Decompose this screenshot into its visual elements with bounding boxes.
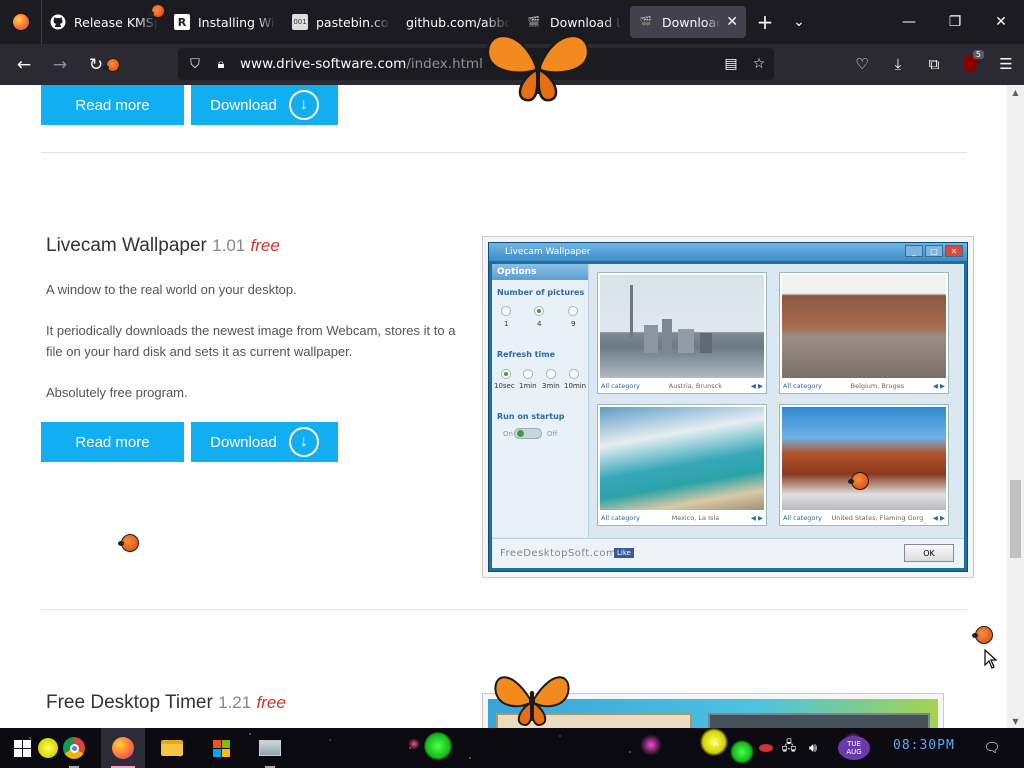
butterfly-icon — [486, 34, 590, 102]
product-title-livecam: Livecam Wallpaper 1.01 free — [46, 235, 280, 256]
shield-icon[interactable]: ⛉ — [182, 57, 208, 72]
divider — [41, 152, 967, 153]
download-arrow-icon: ↓ — [288, 427, 319, 457]
extensions-icon[interactable]: ⧉ — [916, 48, 952, 80]
github-icon — [50, 14, 66, 30]
webcam-thumbnail: All category United States, Flaming Gorg ◀… — [779, 404, 949, 526]
scroll-down-icon[interactable]: ▼ — [1007, 714, 1024, 728]
ladybug-icon — [848, 472, 869, 490]
tab-label: Release KMSp — [74, 14, 158, 30]
forward-button[interactable]: → — [42, 49, 78, 81]
options-panel: Options Number of pictures 1 4 9 Refresh… — [492, 264, 589, 537]
tab-label: Download A — [662, 14, 721, 30]
microsoft-store-icon[interactable] — [199, 728, 243, 768]
windows-logo-icon — [13, 739, 31, 757]
back-button[interactable]: ← — [6, 49, 42, 81]
new-tab-button[interactable]: + — [746, 0, 784, 44]
screenshot-footer: FreeDesktopSoft.com Like OK — [492, 538, 964, 568]
mouse-cursor-icon — [984, 649, 998, 669]
product-desc-3: Absolutely free program. — [46, 385, 188, 400]
tab-download-active[interactable]: 🎬 Download A ✕ — [630, 6, 746, 38]
webcam-thumbnail: All category Belgium, Bruges ◀ ▶ — [779, 272, 949, 394]
tray-app-icon[interactable] — [756, 728, 776, 768]
windows-taskbar: ⌃ 🖧︎ 🔊︎ TUE AUG 08:30PM 🗨︎ — [0, 728, 1024, 768]
downloads-icon[interactable]: ⤓ — [880, 48, 916, 80]
volume-icon[interactable]: 🔊︎ — [802, 728, 824, 768]
tab-label: Installing Wind — [198, 14, 276, 30]
read-more-button[interactable]: Read more — [41, 422, 184, 462]
url-bar[interactable]: ⛉ 🔒︎ www.drive-software.com/index.html ▤… — [178, 48, 774, 80]
ublock-icon[interactable]: 5 — [952, 48, 988, 80]
tab-label: pastebin.com/ — [316, 14, 390, 30]
webcam-grid: All category Austria, Brunsck ◀ ▶ All cate… — [595, 269, 955, 537]
notification-center-icon[interactable]: 🗨︎ — [982, 728, 1002, 768]
chrome-taskbar-icon[interactable] — [52, 728, 96, 768]
url-text[interactable]: www.drive-software.com/index.html — [240, 56, 483, 72]
minimize-button[interactable]: — — [886, 0, 932, 44]
webcam-thumbnail: All category Austria, Brunsck ◀ ▶ — [597, 272, 767, 394]
ladybug-icon — [103, 58, 120, 72]
list-tabs-button[interactable]: ⌄ — [784, 0, 814, 44]
webcam-thumbnail: All category Mexico, La Isla ◀ ▶ — [597, 404, 767, 526]
taskbar-clock[interactable]: 08:30PM — [893, 738, 955, 753]
product-desc-1: A window to the real world on your deskt… — [46, 282, 297, 297]
facebook-like-icon: Like — [614, 548, 634, 558]
date-badge[interactable]: TUE AUG — [838, 736, 870, 760]
tab-installing-windows[interactable]: R Installing Wind — [166, 6, 284, 38]
page-viewport: Read more Download ↓ Livecam Wallpaper 1.… — [0, 85, 1007, 728]
ladybug-icon — [148, 4, 165, 18]
firefox-menu-icon[interactable] — [0, 0, 42, 44]
show-hidden-icons-chevron-icon[interactable]: ⌃ — [706, 728, 726, 768]
download-arrow-icon: ↓ — [288, 90, 319, 120]
butterfly-icon — [494, 676, 570, 727]
product-desc-2: It periodically downloads the newest ima… — [46, 323, 456, 359]
pastebin-icon: 001 — [292, 14, 308, 30]
menu-icon[interactable]: ☰ — [988, 48, 1024, 80]
download-button-prev[interactable]: Download ↓ — [191, 85, 338, 125]
ladybug-icon — [972, 626, 993, 644]
product-screenshot-livecam[interactable]: Livecam Wallpaper _ □ ✕ Options Number of … — [482, 236, 974, 578]
desktop-app-taskbar-icon[interactable] — [248, 728, 292, 768]
scroll-up-icon[interactable]: ▲ — [1007, 85, 1024, 99]
product-title-timer: Free Desktop Timer 1.21 free — [46, 692, 286, 713]
scrollbar-thumb[interactable] — [1010, 480, 1021, 558]
close-tab-icon[interactable]: ✕ — [726, 14, 738, 30]
firefox-taskbar-icon[interactable] — [101, 728, 145, 768]
read-more-button-prev[interactable]: Read more — [41, 85, 184, 125]
tab-pastebin[interactable]: 001 pastebin.com/ — [284, 6, 398, 38]
close-window-button[interactable]: ✕ — [978, 0, 1024, 44]
r-icon: R — [174, 14, 190, 30]
tab-release-kmsp[interactable]: Release KMSp — [42, 6, 166, 38]
bookmark-star-icon[interactable]: ☆ — [744, 48, 774, 80]
screenshot-titlebar: Livecam Wallpaper _ □ ✕ — [489, 243, 967, 261]
pocket-icon[interactable]: ♡ — [844, 48, 880, 80]
network-icon[interactable]: 🖧︎ — [778, 728, 800, 768]
lock-icon[interactable]: 🔒︎ — [208, 57, 234, 72]
divider — [41, 609, 967, 610]
clapper-icon: 🎬 — [639, 16, 653, 28]
restore-button[interactable]: ❐ — [932, 0, 978, 44]
extension-badge: 5 — [972, 50, 984, 59]
download-button[interactable]: Download ↓ — [191, 422, 338, 462]
reader-view-icon[interactable]: ▤ — [716, 48, 746, 80]
ladybug-icon — [118, 534, 139, 552]
page-scrollbar[interactable]: ▲ ▼ — [1007, 85, 1024, 728]
file-explorer-icon[interactable] — [150, 728, 194, 768]
